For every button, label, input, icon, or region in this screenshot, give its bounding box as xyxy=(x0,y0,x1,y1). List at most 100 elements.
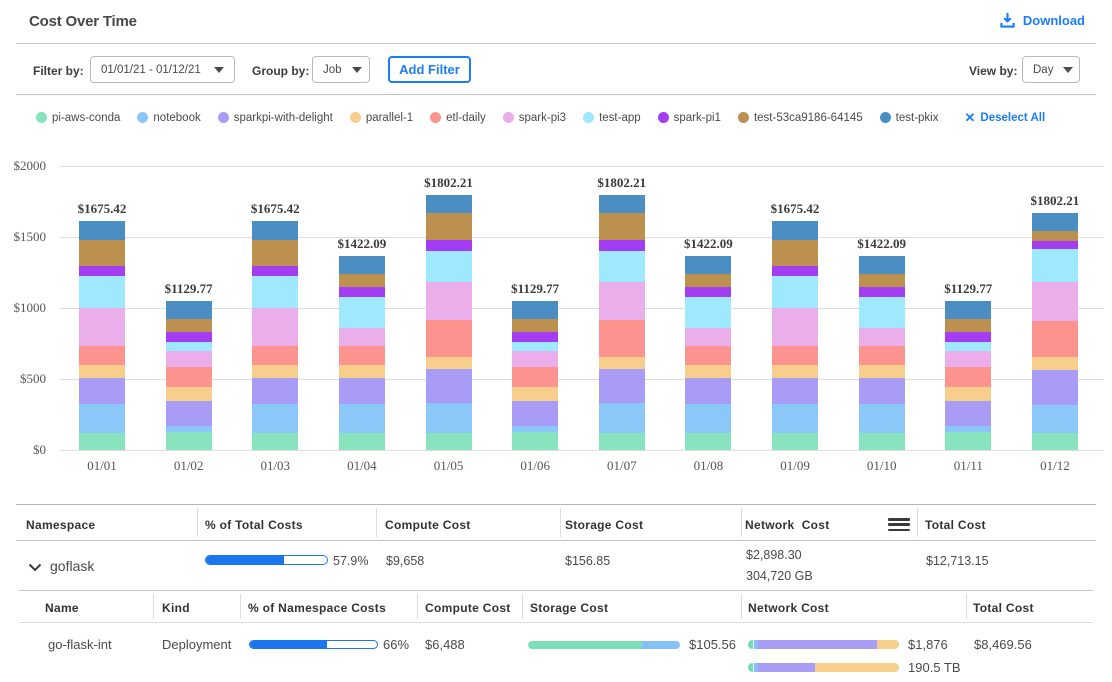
legend-item-spark-pi3[interactable]: spark-pi3 xyxy=(503,112,566,124)
legend-item-etl-daily[interactable]: etl-daily xyxy=(430,112,486,124)
bar-total-label: $1675.42 xyxy=(57,201,147,216)
deselect-all-button[interactable]: ✕Deselect All xyxy=(964,110,1045,126)
bar-segment-spark-pi1 xyxy=(79,266,125,276)
col-header-compute[interactable]: Compute Cost xyxy=(385,518,471,532)
bar-total-label: $1675.42 xyxy=(750,201,840,216)
legend-item-pi-aws-conda[interactable]: pi-aws-conda xyxy=(36,112,120,124)
add-filter-button[interactable]: Add Filter xyxy=(388,56,471,83)
view-by-select[interactable]: Day xyxy=(1022,56,1080,83)
table-settings-icon[interactable] xyxy=(888,518,910,531)
expand-chevron-icon[interactable] xyxy=(28,559,42,577)
stacked-bar-01/02[interactable] xyxy=(166,301,212,450)
bar-segment-notebook xyxy=(772,404,818,433)
stacked-bar-01/10[interactable] xyxy=(859,256,905,450)
stacked-bar-01/06[interactable] xyxy=(512,301,558,450)
legend-item-test-app[interactable]: test-app xyxy=(583,112,641,124)
col-header-storage[interactable]: Storage Cost xyxy=(565,518,643,532)
stacked-bar-01/03[interactable] xyxy=(252,221,298,450)
bar-segment-spark-pi3 xyxy=(685,328,731,345)
namespace-name[interactable]: goflask xyxy=(50,558,94,574)
stacked-bar-01/07[interactable] xyxy=(599,195,645,450)
header-divider xyxy=(16,43,1096,44)
legend-item-sparkpi-with-delight[interactable]: sparkpi-with-delight xyxy=(218,112,333,124)
inner-col-storage[interactable]: Storage Cost xyxy=(530,601,608,615)
workload-kind: Deployment xyxy=(162,637,231,652)
bar-segment-test-53ca9186-64145 xyxy=(252,240,298,266)
bar-segment-spark-pi3 xyxy=(1032,282,1078,321)
bar-segment-spark-pi3 xyxy=(426,282,472,320)
y-axis-label: $1000 xyxy=(0,300,46,316)
inner-col-pct-namespace[interactable]: % of Namespace Costs xyxy=(248,601,386,615)
bar-segment-spark-pi1 xyxy=(685,287,731,297)
network-cost-bar xyxy=(748,640,899,649)
workload-name[interactable]: go-flask-int xyxy=(48,637,112,652)
bar-segment-spark-pi1 xyxy=(426,240,472,251)
bar-segment-test-app xyxy=(1032,249,1078,282)
bar-segment-spark-pi3 xyxy=(772,308,818,346)
bar-segment-sparkpi-with-delight xyxy=(339,378,385,403)
date-range-select[interactable]: 01/01/21 - 01/12/21 xyxy=(90,56,235,83)
bar-segment-test-app xyxy=(339,297,385,329)
bar-segment-spark-pi1 xyxy=(772,266,818,276)
bar-segment-etl-daily xyxy=(252,346,298,365)
group-by-value: Job xyxy=(323,64,342,76)
bar-segment-notebook xyxy=(79,404,125,433)
inner-table-top-border xyxy=(19,590,1093,591)
download-button[interactable]: Download xyxy=(1000,12,1085,28)
x-axis-label: 01/05 xyxy=(404,458,494,473)
view-by-value: Day xyxy=(1033,64,1053,76)
col-header-network[interactable]: Network Cost xyxy=(745,518,830,532)
inner-col-total[interactable]: Total Cost xyxy=(973,601,1034,615)
bar-segment-spark-pi3 xyxy=(512,351,558,367)
col-separator xyxy=(376,508,377,537)
legend-label: notebook xyxy=(153,112,200,124)
bar-segment-test-pkix xyxy=(772,221,818,239)
stacked-bar-01/11[interactable] xyxy=(945,301,991,450)
bar-segment-sparkpi-with-delight xyxy=(252,378,298,404)
inner-col-compute[interactable]: Compute Cost xyxy=(425,601,511,615)
inner-col-name[interactable]: Name xyxy=(45,601,79,615)
gridline xyxy=(60,450,1104,451)
network-usage-bar xyxy=(748,663,899,672)
pct-namespace-progress-bar xyxy=(249,640,378,649)
bar-segment-spark-pi3 xyxy=(859,328,905,345)
bar-segment-pi-aws-conda xyxy=(79,433,125,450)
bar-segment-etl-daily xyxy=(339,346,385,365)
legend-item-test-53ca9186-64145[interactable]: test-53ca9186-64145 xyxy=(738,112,863,124)
inner-table-header-border xyxy=(19,622,1093,623)
download-label: Download xyxy=(1023,13,1085,28)
bar-segment-test-app xyxy=(599,251,645,282)
stacked-bar-01/01[interactable] xyxy=(79,221,125,450)
bar-segment-parallel-1 xyxy=(512,387,558,401)
stacked-bar-01/05[interactable] xyxy=(426,195,472,450)
col-header-namespace[interactable]: Namespace xyxy=(26,518,95,532)
bar-segment-test-app xyxy=(426,251,472,282)
bar-segment-pi-aws-conda xyxy=(859,433,905,450)
col-separator xyxy=(917,508,918,537)
legend-dot-icon xyxy=(218,112,229,123)
bar-segment-test-pkix xyxy=(859,256,905,274)
legend-item-parallel-1[interactable]: parallel-1 xyxy=(350,112,413,124)
bar-segment-parallel-1 xyxy=(339,365,385,379)
inner-col-kind[interactable]: Kind xyxy=(162,601,190,615)
bar-total-label: $1129.77 xyxy=(144,281,234,296)
group-by-select[interactable]: Job xyxy=(312,56,370,83)
legend-item-notebook[interactable]: notebook xyxy=(137,112,200,124)
stacked-bar-01/12[interactable] xyxy=(1032,213,1078,450)
table-top-border xyxy=(16,504,1096,505)
col-header-pct-total[interactable]: % of Total Costs xyxy=(205,518,303,532)
bar-total-label: $1802.21 xyxy=(577,175,667,190)
col-header-total[interactable]: Total Cost xyxy=(925,518,986,532)
legend-item-spark-pi1[interactable]: spark-pi1 xyxy=(658,112,721,124)
legend-label: pi-aws-conda xyxy=(52,112,120,124)
stacked-bar-01/09[interactable] xyxy=(772,221,818,450)
bar-segment-parallel-1 xyxy=(166,387,212,401)
bar-segment-test-pkix xyxy=(79,221,125,239)
inner-col-network[interactable]: Network Cost xyxy=(748,601,829,615)
stacked-bar-01/08[interactable] xyxy=(685,256,731,450)
bar-segment-sparkpi-with-delight xyxy=(772,378,818,404)
stacked-bar-01/04[interactable] xyxy=(339,256,385,450)
legend-item-test-pkix[interactable]: test-pkix xyxy=(880,112,939,124)
bar-segment-parallel-1 xyxy=(1032,357,1078,370)
progress-fill xyxy=(206,556,284,564)
